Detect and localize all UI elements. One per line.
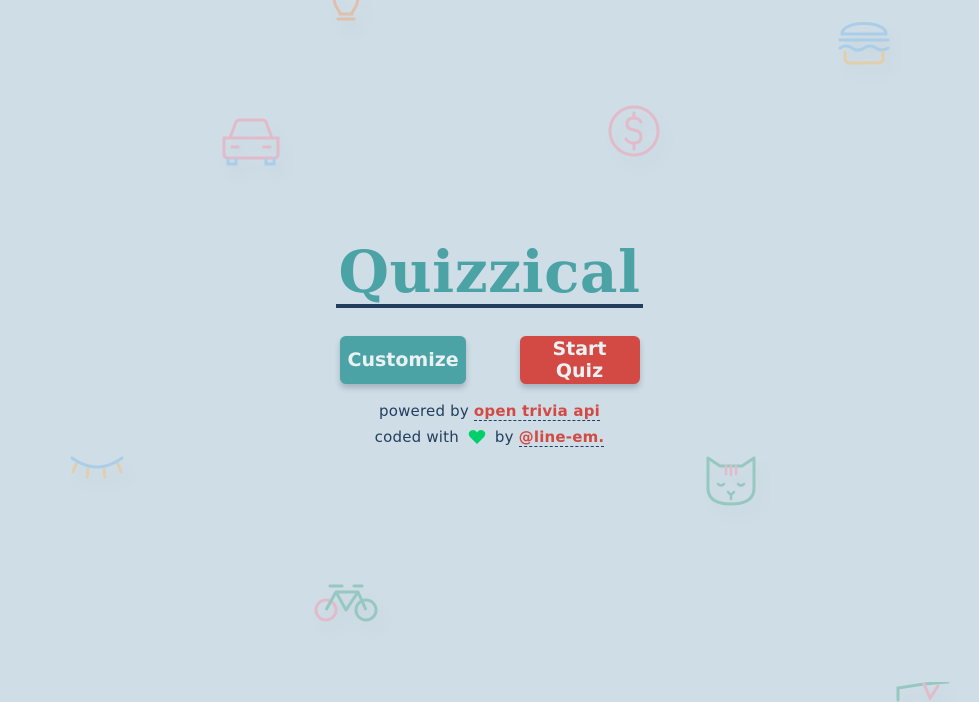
lightbulb-icon: [326, 0, 366, 24]
car-icon: [220, 116, 282, 168]
flag-icon: [894, 682, 954, 702]
coded-with-line: coded with by @line-em.: [0, 424, 979, 453]
author-link[interactable]: @line-em.: [518, 428, 605, 447]
powered-by-line: powered by open trivia api: [0, 398, 979, 424]
by-text: by: [489, 428, 519, 446]
heart-icon: [468, 427, 486, 453]
app-title: Quizzical: [336, 238, 643, 308]
start-quiz-button[interactable]: Start Quiz: [519, 336, 640, 384]
credits: powered by open trivia api coded with by…: [0, 398, 979, 453]
hamburger-icon: [836, 12, 892, 66]
bicycle-icon: [312, 580, 380, 624]
powered-by-text: powered by: [378, 402, 474, 420]
open-trivia-api-link[interactable]: open trivia api: [473, 402, 600, 421]
customize-button[interactable]: Customize: [339, 336, 466, 384]
coded-with-text: coded with: [374, 428, 464, 446]
action-buttons: Customize Start Quiz: [0, 336, 979, 384]
main-panel: Quizzical Customize Start Quiz powered b…: [0, 240, 979, 453]
cat-icon: [702, 454, 760, 510]
closed-eye-icon: [68, 450, 126, 482]
dollar-coin-icon: [607, 104, 661, 158]
